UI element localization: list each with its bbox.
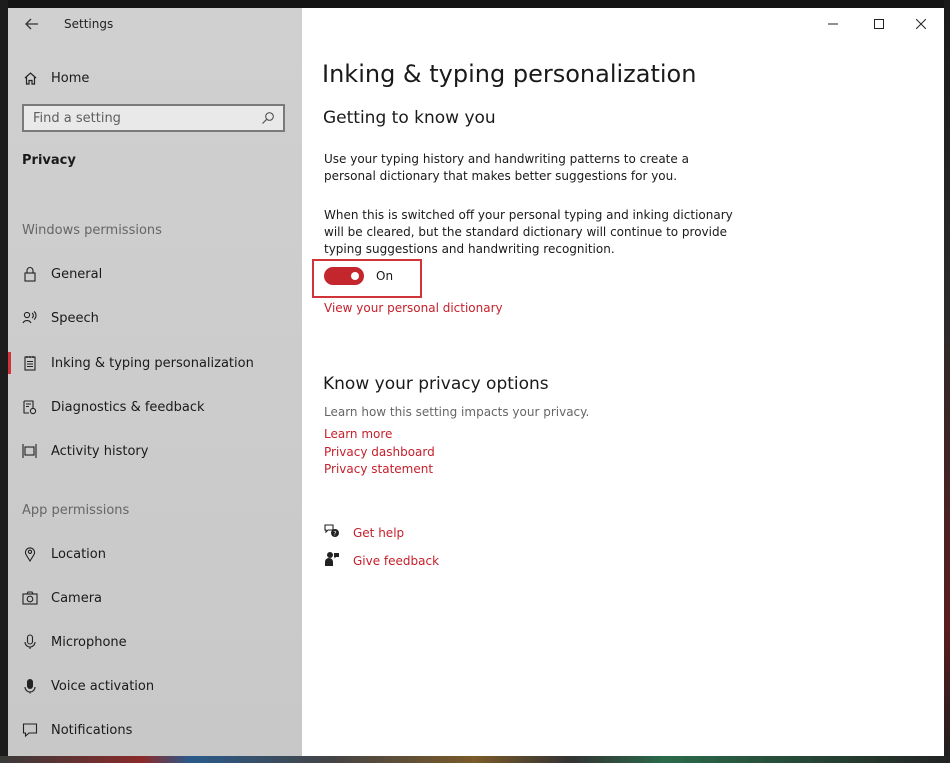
taskbar-strip: [0, 756, 950, 763]
group-heading-windows-permissions: Windows permissions: [22, 223, 162, 238]
give-feedback-link[interactable]: Give feedback: [353, 554, 439, 568]
sidebar-item-label: General: [51, 266, 103, 282]
sidebar-item-inking-typing[interactable]: Inking & typing personalization: [22, 348, 292, 378]
sidebar-item-label: Camera: [51, 590, 103, 606]
group-heading-app-permissions: App permissions: [22, 503, 130, 518]
maximize-icon: [874, 19, 884, 29]
sidebar-item-label: Microphone: [51, 634, 127, 650]
sidebar-item-label: Voice activation: [51, 678, 155, 694]
selected-indicator: [8, 352, 11, 374]
sidebar-item-location[interactable]: Location: [22, 539, 292, 569]
settings-window: Settings Home Privacy Windows permission…: [8, 8, 944, 756]
sidebar-item-microphone[interactable]: Microphone: [22, 627, 292, 657]
sidebar: Settings Home Privacy Windows permission…: [8, 8, 302, 756]
toggle-state-label: On: [376, 269, 394, 283]
sidebar-item-diagnostics[interactable]: Diagnostics & feedback: [22, 392, 292, 422]
search-box[interactable]: [22, 104, 285, 132]
sidebar-item-voice-activation[interactable]: Voice activation: [22, 671, 292, 701]
notification-icon: [22, 722, 38, 738]
sidebar-item-label: Diagnostics & feedback: [51, 399, 205, 415]
lock-icon: [22, 266, 38, 282]
svg-text:?: ?: [333, 530, 336, 537]
minimize-button[interactable]: [810, 12, 856, 36]
sidebar-item-label: Notifications: [51, 722, 133, 738]
sidebar-item-home[interactable]: Home: [22, 66, 89, 90]
home-icon: [22, 70, 38, 86]
note-text: When this is switched off your personal …: [324, 208, 733, 256]
search-input[interactable]: [24, 106, 253, 130]
microphone-icon: [22, 634, 38, 650]
window-title: Settings: [64, 17, 114, 31]
timeline-icon: [22, 443, 38, 459]
help-chat-icon: ?: [324, 523, 340, 543]
give-feedback-row[interactable]: Give feedback: [324, 551, 439, 571]
section-heading-privacy-options: Know your privacy options: [323, 374, 549, 394]
back-arrow-icon: [25, 18, 38, 30]
content-pane: Inking & typing personalization Getting …: [302, 8, 944, 756]
notepad-icon: [22, 355, 38, 371]
sidebar-item-general[interactable]: General: [22, 259, 292, 289]
close-icon: [916, 19, 926, 29]
close-button[interactable]: [898, 12, 944, 36]
sidebar-item-activity-history[interactable]: Activity history: [22, 436, 292, 466]
desktop-background-right: [944, 0, 950, 763]
desktop-background: [0, 0, 8, 763]
sidebar-item-label: Home: [51, 70, 90, 86]
sidebar-item-speech[interactable]: Speech: [22, 303, 292, 333]
diagnostics-icon: [22, 399, 38, 415]
page-title: Inking & typing personalization: [322, 60, 697, 88]
minimize-icon: [828, 23, 838, 25]
section-heading-getting-to-know-you: Getting to know you: [323, 108, 496, 128]
description-text: Use your typing history and handwriting …: [324, 152, 689, 183]
section-title: Privacy: [22, 153, 76, 168]
sidebar-item-label: Speech: [51, 310, 99, 326]
toggle-knob: [351, 272, 359, 280]
get-help-row[interactable]: ? Get help: [324, 523, 404, 543]
location-icon: [22, 546, 38, 562]
back-button[interactable]: [18, 14, 46, 36]
learn-more-link[interactable]: Learn more: [324, 427, 392, 441]
camera-icon: [22, 590, 38, 606]
search-icon[interactable]: [261, 110, 277, 126]
maximize-button[interactable]: [856, 12, 902, 36]
sidebar-item-camera[interactable]: Camera: [22, 583, 292, 613]
sidebar-item-label: Location: [51, 546, 106, 562]
sidebar-item-notifications[interactable]: Notifications: [22, 715, 292, 745]
get-help-link[interactable]: Get help: [353, 526, 404, 540]
privacy-description: Learn how this setting impacts your priv…: [324, 405, 590, 419]
view-personal-dictionary-link[interactable]: View your personal dictionary: [324, 301, 503, 315]
speech-icon: [22, 310, 38, 326]
feedback-person-icon: [324, 551, 340, 571]
privacy-statement-link[interactable]: Privacy statement: [324, 462, 433, 476]
sidebar-item-label: Activity history: [51, 443, 149, 459]
personalization-toggle[interactable]: [324, 267, 364, 285]
sidebar-item-label: Inking & typing personalization: [51, 355, 254, 371]
privacy-dashboard-link[interactable]: Privacy dashboard: [324, 445, 435, 459]
voice-icon: [22, 678, 38, 694]
